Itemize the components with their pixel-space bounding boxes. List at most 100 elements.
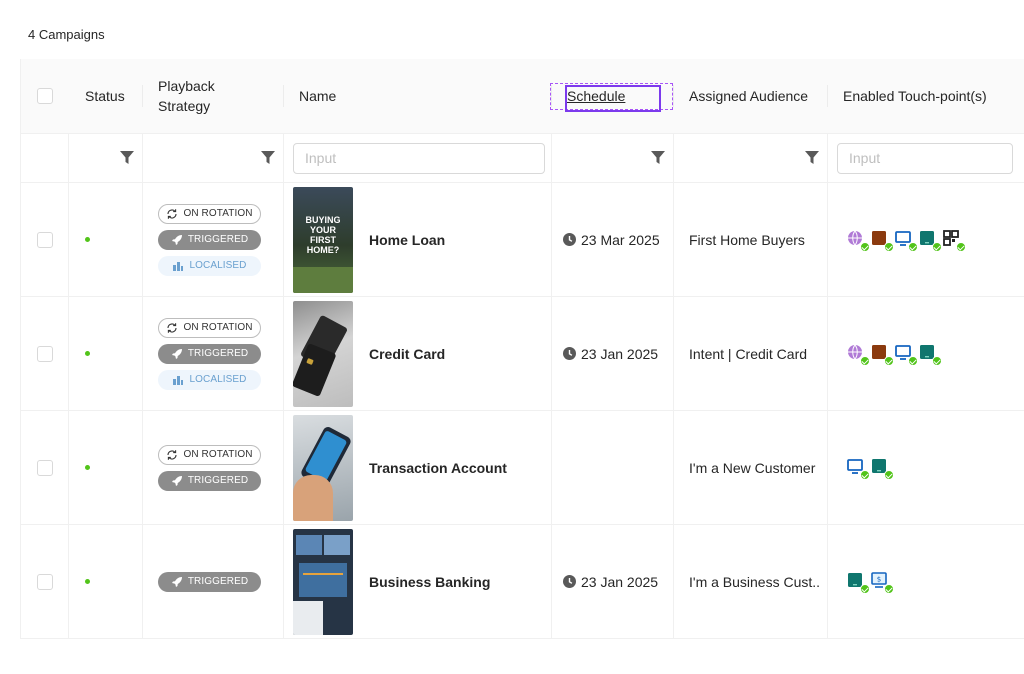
rocket-icon: [171, 348, 182, 359]
row-checkbox[interactable]: [36, 345, 53, 362]
status-cell: [69, 525, 143, 638]
header-checkbox-cell: [21, 59, 69, 133]
audience-name: Intent | Credit Card: [689, 345, 808, 362]
tag-label: ON ROTATION: [183, 322, 253, 333]
thumb-text-line: HOME?: [306, 244, 340, 255]
column-touchpoints[interactable]: Enabled Touch-point(s): [828, 59, 1024, 133]
localised-tag: LOCALISED: [158, 369, 261, 390]
touchpoint-filter: Input: [828, 134, 1024, 182]
filter-icon[interactable]: [261, 151, 275, 165]
tag-label: TRIGGERED: [187, 475, 249, 486]
svg-text:$: $: [877, 576, 881, 584]
globe-icon: [847, 230, 870, 252]
playback-cell: ON ROTATION TRIGGERED LOCALISED: [143, 183, 284, 296]
monitor-icon: [895, 344, 918, 366]
triggered-tag: TRIGGERED: [158, 343, 261, 364]
schedule-date: 23 Mar 2025: [581, 231, 660, 248]
triggered-tag: TRIGGERED: [158, 470, 261, 491]
filter-icon[interactable]: [805, 151, 819, 165]
row-checkbox-cell: [21, 411, 69, 524]
audience-name: I'm a Business Cust..: [689, 573, 821, 590]
touchpoints-cell: [828, 297, 1024, 410]
table-row[interactable]: ON ROTATION TRIGGERED LOCALISED Credit C…: [21, 297, 1024, 411]
status-active-dot: [85, 351, 90, 356]
status-active-dot: [85, 237, 90, 242]
buildings-icon: [173, 261, 184, 271]
column-assigned-audience[interactable]: Assigned Audience: [674, 59, 828, 133]
row-checkbox-cell: [21, 297, 69, 410]
campaigns-table: Status Playback Strategy Name Schedule A…: [20, 59, 1024, 639]
campaign-thumbnail: [293, 300, 353, 407]
thumb-text-line: BUYING: [305, 214, 341, 225]
campaign-name[interactable]: Business Banking: [369, 574, 490, 590]
touchpoints-cell: $: [828, 525, 1024, 638]
column-audience-label: Assigned Audience: [689, 88, 809, 104]
table-header: Status Playback Strategy Name Schedule A…: [21, 59, 1024, 134]
clock-icon: [563, 233, 576, 246]
status-filter[interactable]: [69, 134, 143, 182]
rocket-icon: [171, 234, 182, 245]
schedule-cell: 23 Mar 2025: [552, 183, 674, 296]
name-cell: BUYING YOUR FIRST HOME? Home Loan: [284, 183, 552, 296]
qr-code-icon: [943, 230, 966, 252]
column-schedule-label[interactable]: Schedule: [567, 86, 625, 106]
campaign-thumbnail: [293, 414, 353, 521]
on-rotation-tag: ON ROTATION: [158, 203, 261, 224]
filter-icon[interactable]: [120, 151, 134, 165]
row-checkbox[interactable]: [36, 231, 53, 248]
monitor-icon: [847, 458, 870, 480]
column-playback-strategy[interactable]: Playback Strategy: [143, 59, 284, 133]
campaign-count: 4 Campaigns: [28, 27, 105, 42]
localised-tag: LOCALISED: [158, 255, 261, 276]
schedule-selection-outline: Schedule: [550, 82, 673, 112]
campaign-name[interactable]: Transaction Account: [369, 460, 507, 476]
filter-check-cell: [21, 134, 69, 182]
tablet-icon: [919, 230, 942, 252]
table-row[interactable]: ON ROTATION TRIGGERED Transaction Accoun…: [21, 411, 1024, 525]
tag-label: LOCALISED: [189, 260, 247, 271]
status-active-dot: [85, 579, 90, 584]
audience-name: First Home Buyers: [689, 231, 805, 248]
name-filter-input[interactable]: Input: [293, 142, 545, 174]
schedule-date: 23 Jan 2025: [581, 345, 659, 362]
kiosk-icon: [871, 344, 894, 366]
filter-icon[interactable]: [651, 151, 665, 165]
touchpoints-cell: [828, 183, 1024, 296]
column-schedule[interactable]: Schedule: [550, 59, 674, 133]
audience-filter[interactable]: [674, 134, 828, 182]
table-row[interactable]: TRIGGERED Business Banking 23 Jan 2025 I…: [21, 525, 1024, 639]
campaign-thumbnail: BUYING YOUR FIRST HOME?: [293, 186, 353, 293]
select-all-checkbox[interactable]: [37, 88, 53, 104]
rocket-icon: [171, 576, 182, 587]
audience-cell: I'm a Business Cust..: [674, 525, 828, 638]
column-name[interactable]: Name: [284, 59, 552, 133]
thumb-text-line: FIRST: [310, 234, 336, 245]
column-status-label: Status: [85, 88, 125, 104]
audience-cell: I'm a New Customer: [674, 411, 828, 524]
tag-label: ON ROTATION: [183, 449, 253, 460]
thumb-text-line: YOUR: [309, 224, 336, 235]
row-checkbox[interactable]: [36, 459, 53, 476]
table-row[interactable]: ON ROTATION TRIGGERED LOCALISED BUYING Y…: [21, 183, 1024, 297]
rocket-icon: [171, 475, 182, 486]
row-checkbox[interactable]: [36, 573, 53, 590]
name-cell: Business Banking: [284, 525, 552, 638]
globe-icon: [847, 344, 870, 366]
touchpoints-cell: [828, 411, 1024, 524]
triggered-tag: TRIGGERED: [158, 571, 261, 592]
tag-label: TRIGGERED: [187, 348, 249, 359]
campaign-name[interactable]: Home Loan: [369, 232, 445, 248]
row-checkbox-cell: [21, 525, 69, 638]
campaign-name[interactable]: Credit Card: [369, 346, 445, 362]
column-status[interactable]: Status: [69, 59, 143, 133]
kiosk-icon: [871, 230, 894, 252]
playback-cell: ON ROTATION TRIGGERED LOCALISED: [143, 297, 284, 410]
schedule-cell: 23 Jan 2025: [552, 297, 674, 410]
tag-label: ON ROTATION: [183, 208, 253, 219]
schedule-filter[interactable]: [552, 134, 674, 182]
playback-filter[interactable]: [143, 134, 284, 182]
status-active-dot: [85, 465, 90, 470]
column-name-label: Name: [299, 88, 337, 104]
touchpoint-filter-input[interactable]: Input: [837, 142, 1013, 174]
rotate-icon: [167, 208, 178, 219]
